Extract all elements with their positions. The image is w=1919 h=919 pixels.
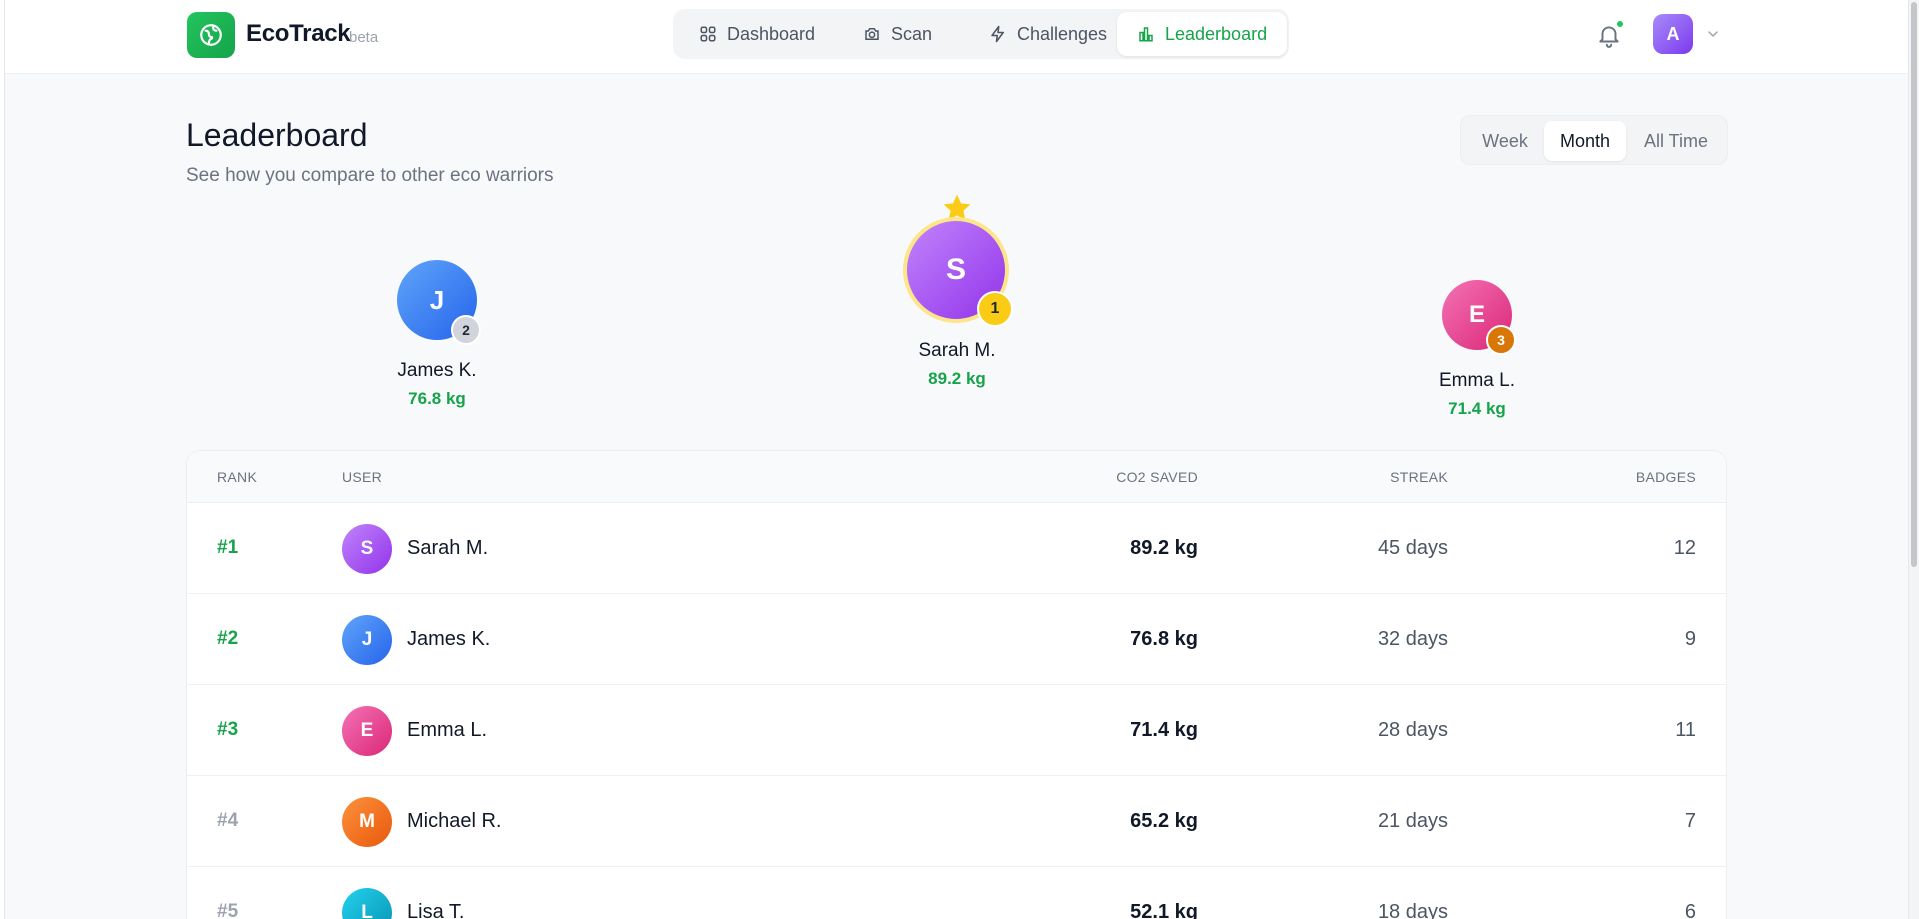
nav-leaderboard[interactable]: Leaderboard [1117, 12, 1288, 56]
podium-third-name: Emma L. [1438, 370, 1516, 391]
row-user-name: Emma L. [407, 719, 488, 741]
header-user: USER [342, 469, 383, 485]
table-header: RANK USER CO2 SAVED STREAK BADGES [187, 451, 1726, 503]
row-rank: #3 [217, 719, 239, 740]
beta-tag: beta [349, 29, 379, 46]
user-avatar[interactable]: A [1653, 14, 1693, 54]
table-row[interactable]: #2 J James K. 76.8 kg 32 days 9 [187, 594, 1726, 685]
row-co2: 89.2 kg [1130, 537, 1198, 559]
row-streak: 45 days [1377, 537, 1448, 559]
range-week[interactable]: Week [1466, 121, 1544, 161]
top-header: EcoTrack beta Dashboard Scan Challenges … [5, 0, 1908, 74]
page-subtitle: See how you compare to other eco warrior… [186, 165, 554, 186]
row-rank: #1 [217, 537, 239, 558]
row-badges: 12 [1673, 537, 1696, 559]
row-rank: #5 [217, 901, 239, 919]
row-streak: 32 days [1377, 628, 1448, 650]
row-badges: 6 [1684, 901, 1696, 919]
table-row[interactable]: #4 M Michael R. 65.2 kg 21 days 7 [187, 776, 1726, 867]
row-user-name: Lisa T. [407, 901, 465, 919]
row-user-name: Sarah M. [407, 537, 489, 559]
podium-first-name: Sarah M. [918, 340, 996, 361]
nav-scan-label: Scan [891, 23, 933, 44]
table-row[interactable]: #3 E Emma L. 71.4 kg 28 days 11 [187, 685, 1726, 776]
bar-chart-icon [1139, 27, 1153, 42]
logo-icon[interactable] [187, 12, 235, 58]
nav-challenges[interactable]: Challenges [969, 12, 1127, 56]
avatar: S [342, 524, 392, 574]
podium-first-value: 89.2 kg [928, 369, 986, 388]
brand-name[interactable]: EcoTrack [246, 20, 351, 48]
header-rank: RANK [217, 469, 258, 485]
scrollbar-thumb[interactable] [1911, 2, 1917, 567]
table-row[interactable]: #5 L Lisa T. 52.1 kg 18 days 6 [187, 867, 1726, 919]
scrollbar[interactable] [1908, 0, 1919, 919]
page-title: Leaderboard [186, 117, 368, 153]
podium-second-value: 76.8 kg [408, 389, 466, 408]
main-nav: Dashboard Scan Challenges Leaderboard [673, 9, 1289, 59]
leaderboard-table: RANK USER CO2 SAVED STREAK BADGES #1 S S… [186, 450, 1727, 919]
time-range-toggle: Week Month All Time [1460, 115, 1728, 165]
row-co2: 71.4 kg [1130, 719, 1198, 741]
nav-leaderboard-label: Leaderboard [1165, 23, 1268, 44]
window-edge [0, 0, 5, 919]
row-streak: 18 days [1377, 901, 1448, 919]
row-user-name: Michael R. [407, 810, 502, 832]
row-co2: 52.1 kg [1130, 901, 1198, 919]
nav-scan[interactable]: Scan [843, 12, 952, 56]
nav-dashboard[interactable]: Dashboard [679, 12, 835, 56]
row-badges: 9 [1684, 628, 1696, 650]
row-streak: 28 days [1377, 719, 1448, 741]
header-streak: STREAK [1390, 469, 1448, 485]
nav-challenges-label: Challenges [1017, 23, 1108, 44]
podium-second-name: James K. [397, 360, 477, 381]
row-streak: 21 days [1377, 810, 1448, 832]
range-month[interactable]: Month [1544, 121, 1626, 161]
row-rank: #2 [217, 628, 239, 649]
row-user-name: James K. [407, 628, 491, 650]
row-badges: 11 [1675, 719, 1696, 741]
row-rank: #4 [217, 810, 239, 831]
row-co2: 76.8 kg [1130, 628, 1198, 650]
header-badges: BADGES [1635, 469, 1696, 485]
table-row[interactable]: #1 S Sarah M. 89.2 kg 45 days 12 [187, 503, 1726, 594]
grid-icon [700, 26, 716, 42]
lightning-icon [991, 25, 1004, 43]
podium-first-rank-badge: 1 [977, 291, 1013, 327]
row-badges: 7 [1684, 810, 1696, 832]
nav-dashboard-label: Dashboard [727, 23, 816, 44]
range-all-time[interactable]: All Time [1629, 121, 1723, 161]
row-co2: 65.2 kg [1130, 810, 1198, 832]
podium-third-rank-badge: 3 [1486, 325, 1516, 355]
chevron-down-icon[interactable] [1705, 26, 1721, 42]
camera-icon [865, 28, 879, 40]
podium-third-value: 71.4 kg [1448, 399, 1506, 418]
avatar: J [342, 615, 392, 665]
header-co2: CO2 SAVED [1116, 469, 1198, 485]
avatar: L [342, 888, 392, 919]
podium-second-rank-badge: 2 [451, 315, 481, 345]
avatar: M [342, 797, 392, 847]
notification-dot [1615, 19, 1625, 29]
avatar: E [342, 706, 392, 756]
